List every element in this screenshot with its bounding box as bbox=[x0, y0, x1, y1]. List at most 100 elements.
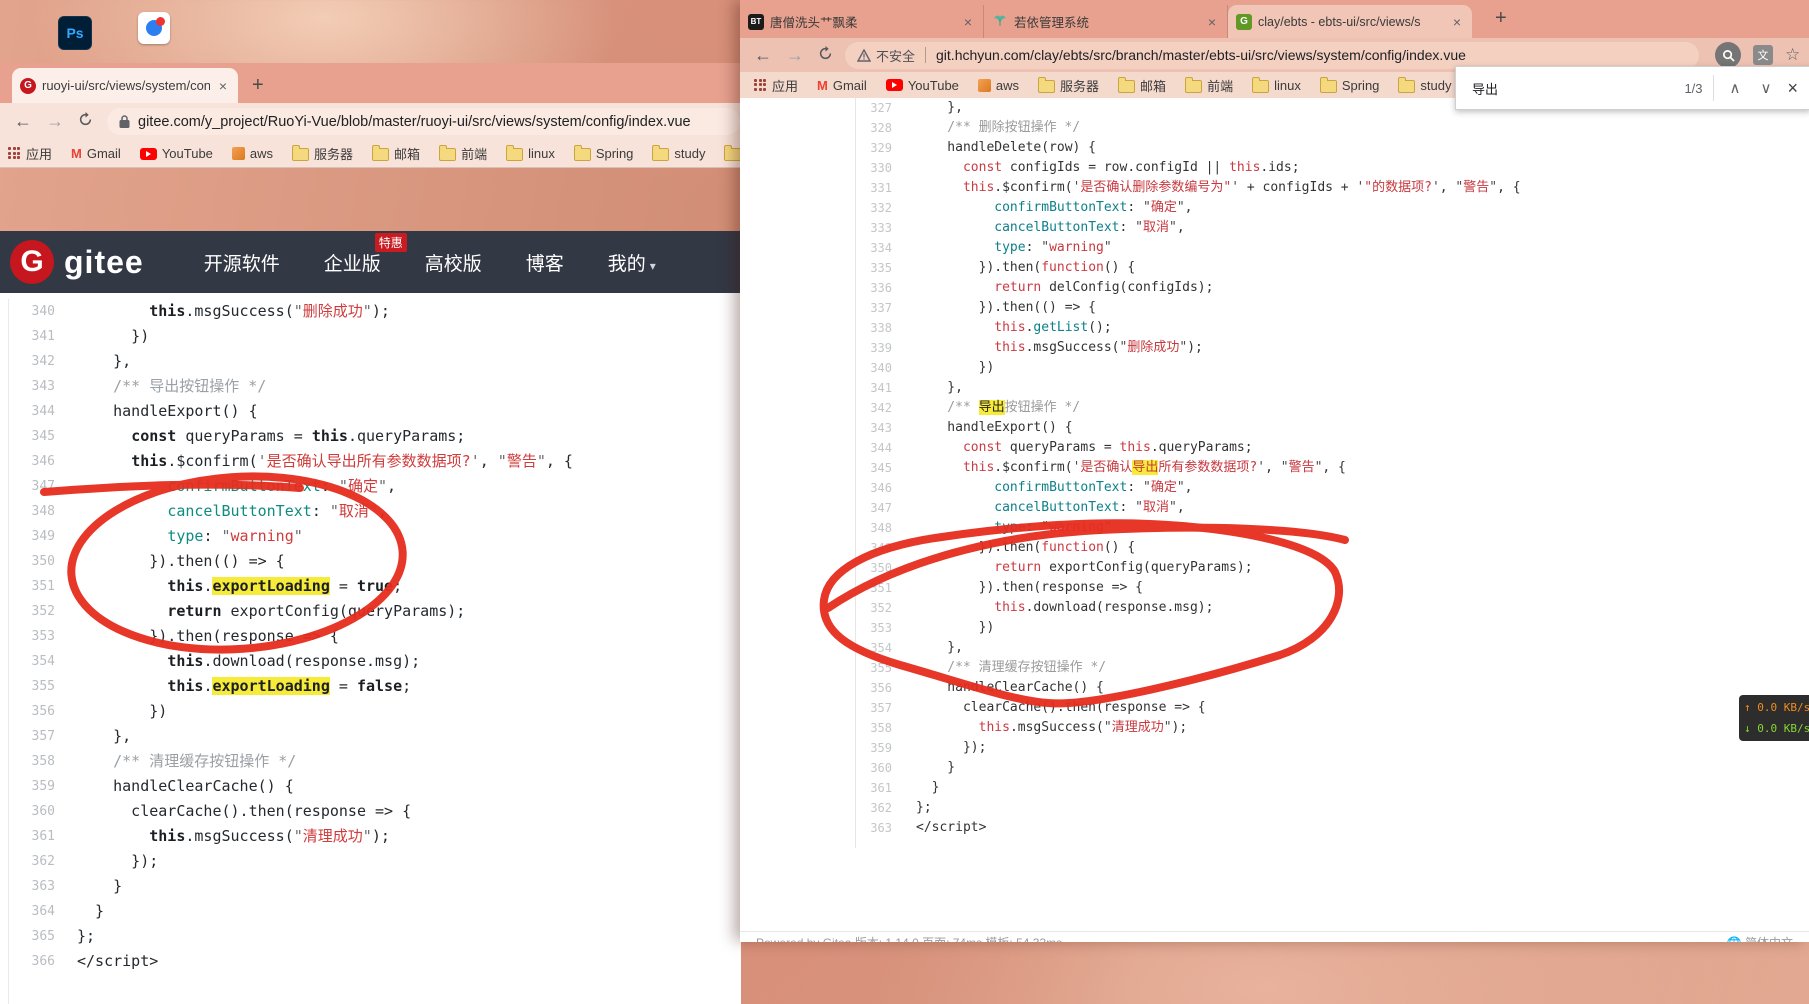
line-number[interactable]: 365 bbox=[9, 924, 77, 949]
line-number[interactable]: 348 bbox=[9, 499, 77, 524]
bookmark-item-Gmail[interactable]: MGmail bbox=[817, 78, 867, 93]
back-icon[interactable]: ← bbox=[14, 111, 32, 132]
line-number[interactable]: 347 bbox=[9, 474, 77, 499]
line-number[interactable]: 352 bbox=[856, 598, 916, 618]
tab-close-icon[interactable]: × bbox=[216, 78, 230, 94]
line-number[interactable]: 353 bbox=[856, 618, 916, 638]
line-number[interactable]: 345 bbox=[9, 424, 77, 449]
line-number[interactable]: 359 bbox=[9, 774, 77, 799]
translate-icon[interactable]: 文 bbox=[1753, 45, 1773, 65]
line-number[interactable]: 352 bbox=[9, 599, 77, 624]
browser-tab[interactable]: Gclay/ebts - ebts-ui/src/views/s× bbox=[1228, 5, 1472, 38]
line-number[interactable]: 360 bbox=[856, 758, 916, 778]
line-number[interactable]: 354 bbox=[856, 638, 916, 658]
line-number[interactable]: 342 bbox=[856, 398, 916, 418]
bookmark-item-服务器[interactable]: 服务器 bbox=[1038, 76, 1099, 95]
line-number[interactable]: 363 bbox=[856, 818, 916, 838]
forward-icon[interactable]: → bbox=[46, 111, 64, 132]
bookmark-item-YouTube[interactable]: YouTube bbox=[886, 78, 959, 93]
find-next-icon[interactable]: ∨ bbox=[1751, 79, 1782, 97]
line-number[interactable]: 343 bbox=[856, 418, 916, 438]
forward-icon[interactable]: → bbox=[786, 45, 804, 66]
line-number[interactable]: 353 bbox=[9, 624, 77, 649]
line-number[interactable]: 333 bbox=[856, 218, 916, 238]
bookmark-item-linux[interactable]: linux bbox=[1252, 78, 1301, 93]
left-code-viewer[interactable]: 340 this.msgSuccess("删除成功");341 })342 },… bbox=[8, 299, 741, 1004]
line-number[interactable]: 341 bbox=[9, 324, 77, 349]
line-number[interactable]: 360 bbox=[9, 799, 77, 824]
line-number[interactable]: 361 bbox=[856, 778, 916, 798]
line-number[interactable]: 357 bbox=[9, 724, 77, 749]
line-number[interactable]: 351 bbox=[9, 574, 77, 599]
line-number[interactable]: 357 bbox=[856, 698, 916, 718]
line-number[interactable]: 331 bbox=[856, 178, 916, 198]
url-field[interactable]: gitee.com/y_project/RuoYi-Vue/blob/maste… bbox=[107, 108, 740, 135]
gitee-logo[interactable]: G gitee bbox=[10, 240, 144, 284]
line-number[interactable]: 334 bbox=[856, 238, 916, 258]
bookmark-item-linux[interactable]: linux bbox=[506, 146, 555, 161]
bookmark-item-Spring[interactable]: Spring bbox=[574, 146, 634, 161]
new-tab-button[interactable]: + bbox=[1495, 8, 1507, 28]
line-number[interactable]: 364 bbox=[9, 899, 77, 924]
line-number[interactable]: 341 bbox=[856, 378, 916, 398]
find-previous-icon[interactable]: ∧ bbox=[1720, 79, 1751, 97]
back-icon[interactable]: ← bbox=[754, 45, 772, 66]
gitee-nav-我的[interactable]: 我的▾ bbox=[608, 249, 656, 276]
left-browser-tab[interactable]: G ruoyi-ui/src/views/system/con × bbox=[12, 68, 238, 103]
gitee-nav-博客[interactable]: 博客 bbox=[526, 249, 564, 276]
find-in-page-icon[interactable] bbox=[1715, 42, 1741, 68]
bookmark-item-study[interactable]: study bbox=[652, 146, 705, 161]
line-number[interactable]: 346 bbox=[856, 478, 916, 498]
bookmark-item-Gmail[interactable]: MGmail bbox=[71, 146, 121, 161]
line-number[interactable]: 362 bbox=[9, 849, 77, 874]
tab-close-icon[interactable]: × bbox=[961, 14, 975, 30]
reload-icon[interactable] bbox=[78, 111, 93, 132]
tab-close-icon[interactable]: × bbox=[1450, 14, 1464, 30]
line-number[interactable]: 349 bbox=[9, 524, 77, 549]
find-close-icon[interactable]: × bbox=[1781, 78, 1809, 99]
desktop-photoshop-icon[interactable]: Ps bbox=[58, 16, 92, 50]
bookmark-item-YouTube[interactable]: YouTube bbox=[140, 146, 213, 161]
line-number[interactable]: 363 bbox=[9, 874, 77, 899]
line-number[interactable]: 342 bbox=[9, 349, 77, 374]
bookmark-item-应用[interactable]: 应用 bbox=[754, 76, 798, 95]
line-number[interactable]: 337 bbox=[856, 298, 916, 318]
bookmark-star-icon[interactable]: ☆ bbox=[1785, 45, 1800, 65]
line-number[interactable]: 356 bbox=[856, 678, 916, 698]
gitee-nav-开源软件[interactable]: 开源软件 bbox=[204, 249, 280, 276]
line-number[interactable]: 340 bbox=[856, 358, 916, 378]
line-number[interactable]: 355 bbox=[9, 674, 77, 699]
line-number[interactable]: 332 bbox=[856, 198, 916, 218]
browser-tab[interactable]: 若依管理系统× bbox=[984, 5, 1228, 38]
bookmark-item-前端[interactable]: 前端 bbox=[439, 144, 487, 163]
line-number[interactable]: 350 bbox=[9, 549, 77, 574]
url-field[interactable]: 不安全 git.hchyun.com/clay/ebts/src/branch/… bbox=[845, 42, 1699, 69]
not-secure-warning[interactable]: 不安全 bbox=[857, 46, 915, 65]
line-number[interactable]: 327 bbox=[856, 98, 916, 118]
line-number[interactable]: 345 bbox=[856, 458, 916, 478]
line-number[interactable]: 349 bbox=[856, 538, 916, 558]
bookmark-item-aws[interactable]: aws bbox=[232, 146, 273, 161]
line-number[interactable]: 346 bbox=[9, 449, 77, 474]
line-number[interactable]: 338 bbox=[856, 318, 916, 338]
bookmark-item-前端[interactable]: 前端 bbox=[1185, 76, 1233, 95]
line-number[interactable]: 351 bbox=[856, 578, 916, 598]
line-number[interactable]: 347 bbox=[856, 498, 916, 518]
bookmark-item-应用[interactable]: 应用 bbox=[8, 144, 52, 163]
line-number[interactable]: 366 bbox=[9, 949, 77, 974]
bookmark-item-邮箱[interactable]: 邮箱 bbox=[1118, 76, 1166, 95]
new-tab-button[interactable]: + bbox=[252, 75, 264, 95]
tab-close-icon[interactable]: × bbox=[1205, 14, 1219, 30]
line-number[interactable]: 362 bbox=[856, 798, 916, 818]
line-number[interactable]: 361 bbox=[9, 824, 77, 849]
line-number[interactable]: 359 bbox=[856, 738, 916, 758]
line-number[interactable]: 355 bbox=[856, 658, 916, 678]
line-number[interactable]: 350 bbox=[856, 558, 916, 578]
bookmark-item-邮箱[interactable]: 邮箱 bbox=[372, 144, 420, 163]
line-number[interactable]: 344 bbox=[856, 438, 916, 458]
browser-tab[interactable]: BT唐僧洗头艹飘柔× bbox=[740, 5, 984, 38]
line-number[interactable]: 328 bbox=[856, 118, 916, 138]
line-number[interactable]: 358 bbox=[856, 718, 916, 738]
bookmark-item-aws[interactable]: aws bbox=[978, 78, 1019, 93]
bookmark-item-study[interactable]: study bbox=[1398, 78, 1451, 93]
